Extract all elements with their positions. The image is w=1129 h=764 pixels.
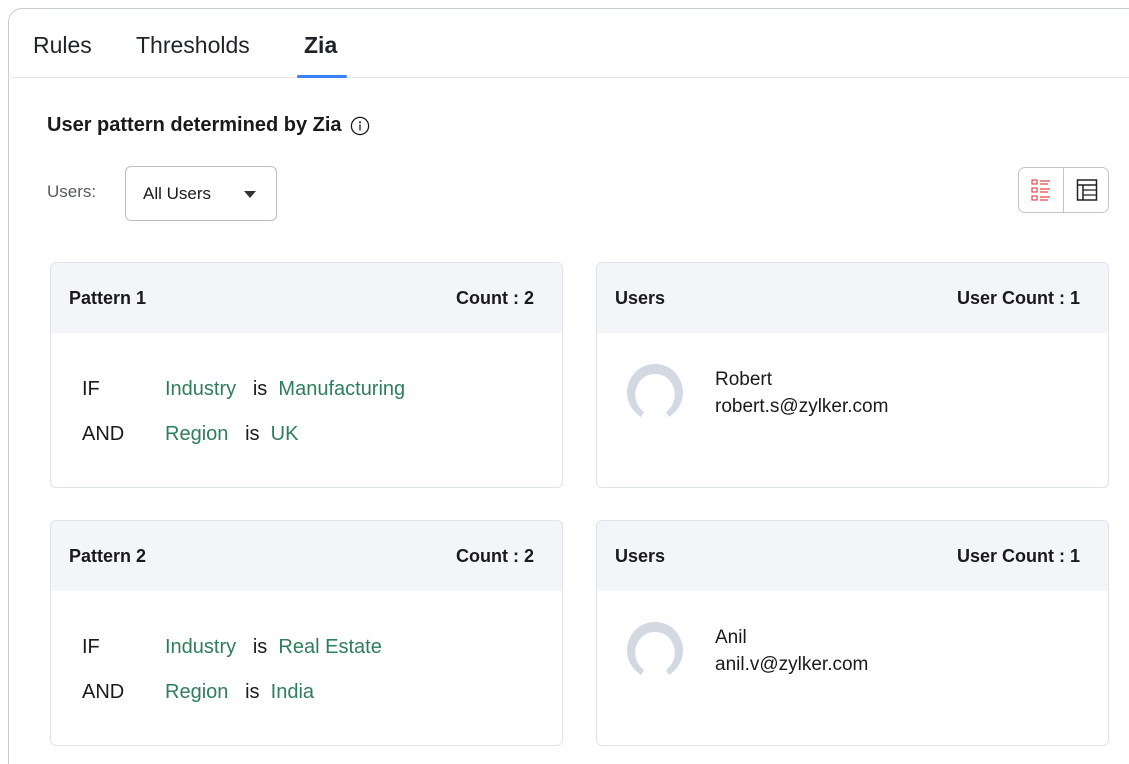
pattern-card: Pattern 2 Count : 2 IF Industry is Real …	[50, 520, 563, 746]
table-view-icon	[1076, 179, 1097, 201]
tab-rules[interactable]: Rules	[33, 32, 92, 59]
active-tab-indicator	[297, 75, 347, 78]
condition-keyword: AND	[82, 423, 125, 445]
condition-operator: is	[245, 423, 260, 445]
pattern-count: Count : 2	[456, 546, 534, 566]
users-card: Users User Count : 1 Anil anil.v@zylker.…	[596, 520, 1109, 746]
condition-operator: is	[245, 681, 260, 703]
users-card-title: Users	[615, 288, 666, 308]
tab-bar: Rules Thresholds Zia	[8, 8, 1129, 78]
users-card-header: Users User Count : 1	[597, 521, 1108, 591]
tab-zia[interactable]: Zia	[304, 32, 337, 59]
pattern-title: Pattern 2	[69, 546, 147, 566]
user-count: User Count : 1	[956, 546, 1080, 566]
chevron-down-icon	[244, 191, 256, 198]
user-email[interactable]: robert.s@zylker.com	[715, 396, 888, 418]
avatar	[623, 361, 687, 421]
condition-keyword: IF	[82, 378, 100, 400]
user-count: User Count : 1	[956, 288, 1080, 308]
table-view-button[interactable]	[1064, 168, 1108, 212]
condition-field: Region	[165, 423, 229, 445]
users-filter-dropdown[interactable]: All Users	[125, 166, 277, 221]
user-name: Anil	[715, 627, 747, 648]
user-email[interactable]: anil.v@zylker.com	[715, 654, 868, 676]
condition-value: UK	[270, 423, 299, 445]
users-filter-value: All Users	[143, 184, 212, 203]
tab-thresholds[interactable]: Thresholds	[136, 32, 250, 59]
condition-field: Industry	[165, 378, 237, 400]
condition-field: Region	[165, 681, 229, 703]
pattern-count: Count : 2	[456, 288, 534, 308]
info-circle-icon[interactable]	[350, 116, 370, 136]
users-card: Users User Count : 1 Robert robert.s@zyl…	[596, 262, 1109, 488]
pattern-title: Pattern 1	[69, 288, 147, 308]
page-title-row: User pattern determined by Zia	[47, 114, 370, 137]
condition-operator: is	[252, 378, 268, 400]
condition-value: Manufacturing	[278, 378, 406, 400]
pattern-card: Pattern 1 Count : 2 IF Industry is Manuf…	[50, 262, 563, 488]
condition-keyword: AND	[82, 681, 125, 703]
users-filter-label: Users:	[47, 182, 97, 201]
user-name: Robert	[715, 369, 773, 390]
list-view-button[interactable]	[1019, 168, 1064, 212]
users-card-header: Users User Count : 1	[597, 263, 1108, 333]
condition-value: Real Estate	[278, 636, 382, 658]
view-toggle	[1018, 167, 1109, 213]
condition-value: India	[270, 681, 315, 703]
condition-keyword: IF	[82, 636, 100, 658]
pattern-card-header: Pattern 2 Count : 2	[51, 521, 562, 591]
page-title: User pattern determined by Zia	[47, 114, 342, 136]
list-view-icon	[1031, 179, 1050, 201]
condition-operator: is	[252, 636, 268, 658]
users-card-title: Users	[615, 546, 666, 566]
pattern-card-header: Pattern 1 Count : 2	[51, 263, 562, 333]
condition-field: Industry	[165, 636, 237, 658]
avatar	[623, 619, 687, 679]
